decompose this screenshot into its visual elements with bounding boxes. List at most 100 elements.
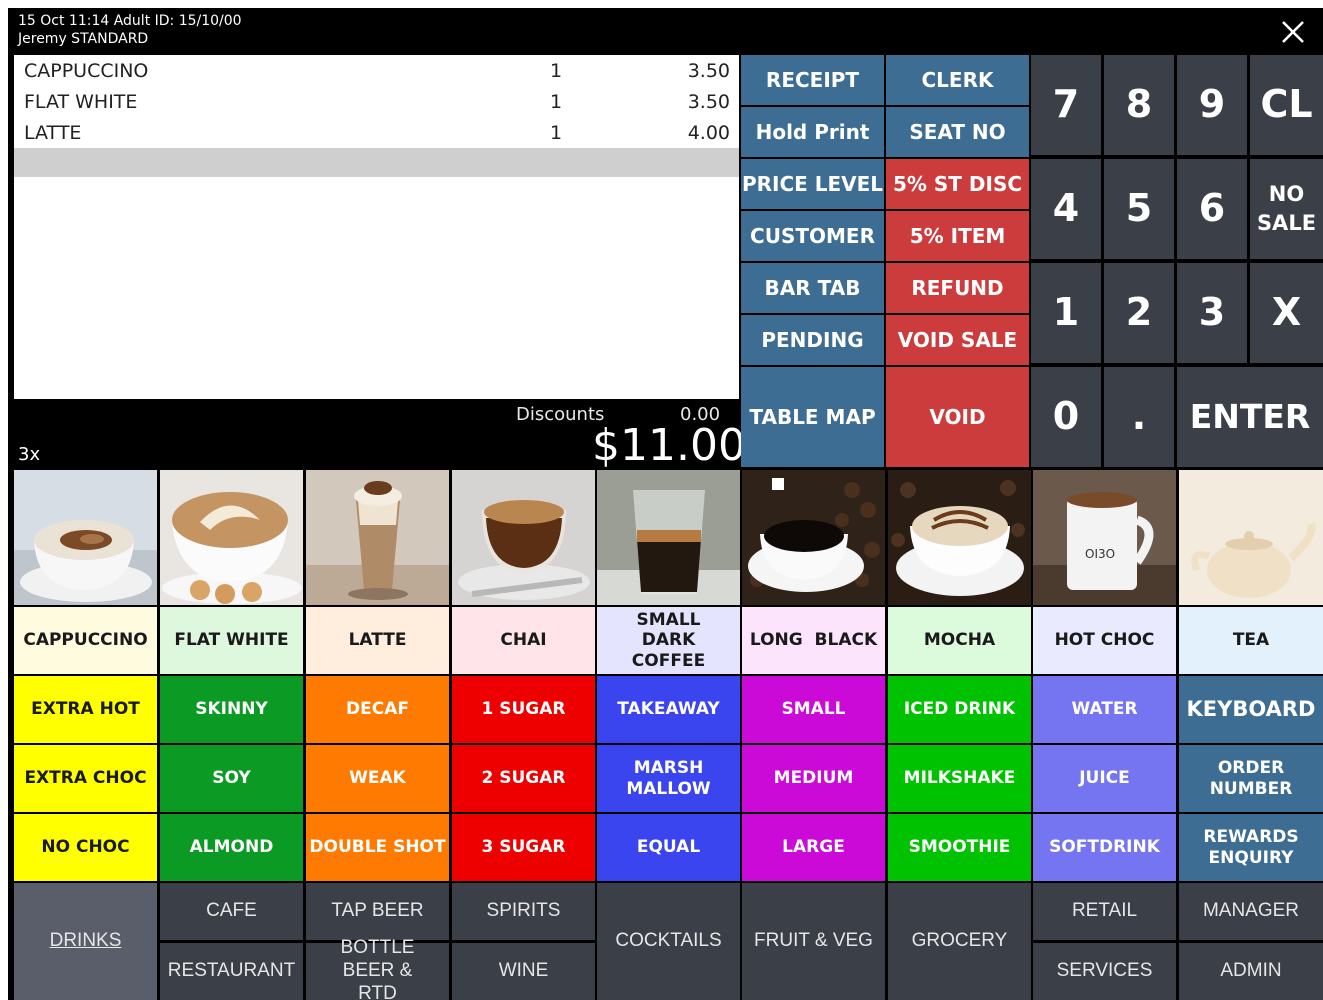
keypad-clear[interactable]: CL (1250, 55, 1323, 155)
keypad-9[interactable]: 9 (1177, 55, 1247, 155)
category-admin[interactable]: ADMIN (1179, 943, 1323, 1000)
product-mocha[interactable]: MOCHA (888, 607, 1031, 674)
keypad-4[interactable]: 4 (1031, 159, 1101, 259)
order-item-name: LATTE (24, 122, 82, 144)
modifier-order-number[interactable]: ORDER NUMBER (1179, 745, 1323, 812)
modifier-2-sugar[interactable]: 2 SUGAR (452, 745, 595, 812)
modifier-water[interactable]: WATER (1033, 676, 1176, 743)
header-clerk-line: Jeremy STANDARD (18, 31, 149, 47)
seat-no-button[interactable]: SEAT NO (886, 107, 1029, 157)
modifier-smoothie[interactable]: SMOOTHIE (888, 814, 1031, 881)
modifier-decaf[interactable]: DECAF (306, 676, 449, 743)
modifier-large[interactable]: LARGE (742, 814, 885, 881)
category-bottle-beer[interactable]: BOTTLE BEER & RTD (306, 937, 449, 1000)
category-wine[interactable]: WINE (452, 943, 595, 1000)
modifier-small[interactable]: SMALL (742, 676, 885, 743)
product-long-black[interactable]: LONG BLACK (742, 607, 885, 674)
product-chai[interactable]: CHAI (452, 607, 595, 674)
customer-button[interactable]: CUSTOMER (741, 211, 884, 261)
no-sale-button[interactable]: NO SALE (1250, 159, 1323, 259)
clerk-button[interactable]: CLERK (886, 55, 1029, 105)
category-tap-beer[interactable]: TAP BEER (306, 883, 449, 940)
order-item-price: 3.50 (687, 60, 730, 82)
category-fruit-veg[interactable]: FRUIT & VEG (742, 883, 885, 1000)
no-sale-label-line2: SALE (1256, 211, 1317, 235)
table-map-button[interactable]: TABLE MAP (741, 367, 884, 467)
keypad-2[interactable]: 2 (1104, 263, 1174, 363)
product-tea[interactable]: TEA (1179, 607, 1323, 674)
category-cocktails[interactable]: COCKTAILS (597, 883, 740, 1000)
modifier-milkshake[interactable]: MILKSHAKE (888, 745, 1031, 812)
keypad-6[interactable]: 6 (1177, 159, 1247, 259)
header-date-line: 15 Oct 11:14 Adult ID: 15/10/00 (18, 13, 242, 29)
order-row[interactable]: LATTE 1 4.00 (14, 117, 739, 148)
flat-white-photo[interactable] (160, 470, 303, 605)
modifier-skinny[interactable]: SKINNY (160, 676, 303, 743)
product-hot-choc[interactable]: HOT CHOC (1033, 607, 1176, 674)
category-cafe[interactable]: CAFE (160, 883, 303, 940)
enter-button[interactable]: ENTER (1177, 367, 1323, 467)
category-retail[interactable]: RETAIL (1033, 883, 1176, 940)
modifier-equal[interactable]: EQUAL (597, 814, 740, 881)
modifier-iced-drink[interactable]: ICED DRINK (888, 676, 1031, 743)
modifier-keyboard[interactable]: KEYBOARD (1179, 676, 1323, 743)
hot-choc-photo[interactable]: OI3O (1033, 470, 1176, 605)
latte-photo[interactable] (306, 470, 449, 605)
modifier-weak[interactable]: WEAK (306, 745, 449, 812)
void-sale-button[interactable]: VOID SALE (886, 315, 1029, 365)
product-cappuccino[interactable]: CAPPUCCINO (14, 607, 157, 674)
modifier-no-choc[interactable]: NO CHOC (14, 814, 157, 881)
modifier-softdrink[interactable]: SOFTDRINK (1033, 814, 1176, 881)
refund-button[interactable]: REFUND (886, 263, 1029, 313)
small-dark-coffee-photo[interactable] (597, 470, 740, 605)
category-grocery[interactable]: GROCERY (888, 883, 1031, 1000)
category-manager[interactable]: MANAGER (1179, 883, 1323, 940)
chai-photo[interactable] (452, 470, 595, 605)
tea-photo[interactable] (1179, 470, 1323, 605)
keypad-decimal[interactable]: . (1104, 367, 1174, 467)
bar-tab-button[interactable]: BAR TAB (741, 263, 884, 313)
st-disc-button[interactable]: 5% ST DISC (886, 159, 1029, 209)
long-black-photo[interactable] (742, 470, 885, 605)
keypad-8[interactable]: 8 (1104, 55, 1174, 155)
pos-screen: 15 Oct 11:14 Adult ID: 15/10/00 Jeremy S… (8, 8, 1323, 1000)
cappuccino-photo[interactable] (14, 470, 157, 605)
keypad-0[interactable]: 0 (1031, 367, 1101, 467)
modifier-1-sugar[interactable]: 1 SUGAR (452, 676, 595, 743)
order-row[interactable]: FLAT WHITE 1 3.50 (14, 86, 739, 117)
modifier-medium[interactable]: MEDIUM (742, 745, 885, 812)
modifier-almond[interactable]: ALMOND (160, 814, 303, 881)
product-latte[interactable]: LATTE (306, 607, 449, 674)
keypad-7[interactable]: 7 (1031, 55, 1101, 155)
category-drinks[interactable]: DRINKS (14, 883, 157, 1000)
price-level-button[interactable]: PRICE LEVEL (741, 159, 884, 209)
product-small-dark-coffee[interactable]: SMALL DARK COFFEE (597, 607, 740, 674)
keypad-5[interactable]: 5 (1104, 159, 1174, 259)
modifier-extra-hot[interactable]: EXTRA HOT (14, 676, 157, 743)
receipt-button[interactable]: RECEIPT (741, 55, 884, 105)
modifier-marsh-mallow[interactable]: MARSH MALLOW (597, 745, 740, 812)
modifier-extra-choc[interactable]: EXTRA CHOC (14, 745, 157, 812)
product-flat-white[interactable]: FLAT WHITE (160, 607, 303, 674)
pending-button[interactable]: PENDING (741, 315, 884, 365)
keypad-multiply[interactable]: X (1250, 263, 1323, 363)
order-list[interactable]: CAPPUCCINO 1 3.50 FLAT WHITE 1 3.50 LATTE 1 4.00 (14, 55, 739, 399)
order-row[interactable]: CAPPUCCINO 1 3.50 (14, 55, 739, 86)
keypad-1[interactable]: 1 (1031, 263, 1101, 363)
hold-print-button[interactable]: Hold Print (741, 107, 884, 157)
keypad-3[interactable]: 3 (1177, 263, 1247, 363)
item-disc-button[interactable]: 5% ITEM (886, 211, 1029, 261)
order-item-qty: 1 (550, 60, 563, 82)
modifier-juice[interactable]: JUICE (1033, 745, 1176, 812)
modifier-soy[interactable]: SOY (160, 745, 303, 812)
void-button[interactable]: VOID (886, 367, 1029, 467)
modifier-rewards-enquiry[interactable]: REWARDS ENQUIRY (1179, 814, 1323, 881)
modifier-takeaway[interactable]: TAKEAWAY (597, 676, 740, 743)
modifier-double-shot[interactable]: DOUBLE SHOT (306, 814, 449, 881)
category-spirits[interactable]: SPIRITS (452, 883, 595, 940)
close-icon[interactable] (1281, 20, 1305, 44)
category-services[interactable]: SERVICES (1033, 943, 1176, 1000)
mocha-photo[interactable] (888, 470, 1031, 605)
modifier-3-sugar[interactable]: 3 SUGAR (452, 814, 595, 881)
category-restaurant[interactable]: RESTAURANT (160, 943, 303, 1000)
